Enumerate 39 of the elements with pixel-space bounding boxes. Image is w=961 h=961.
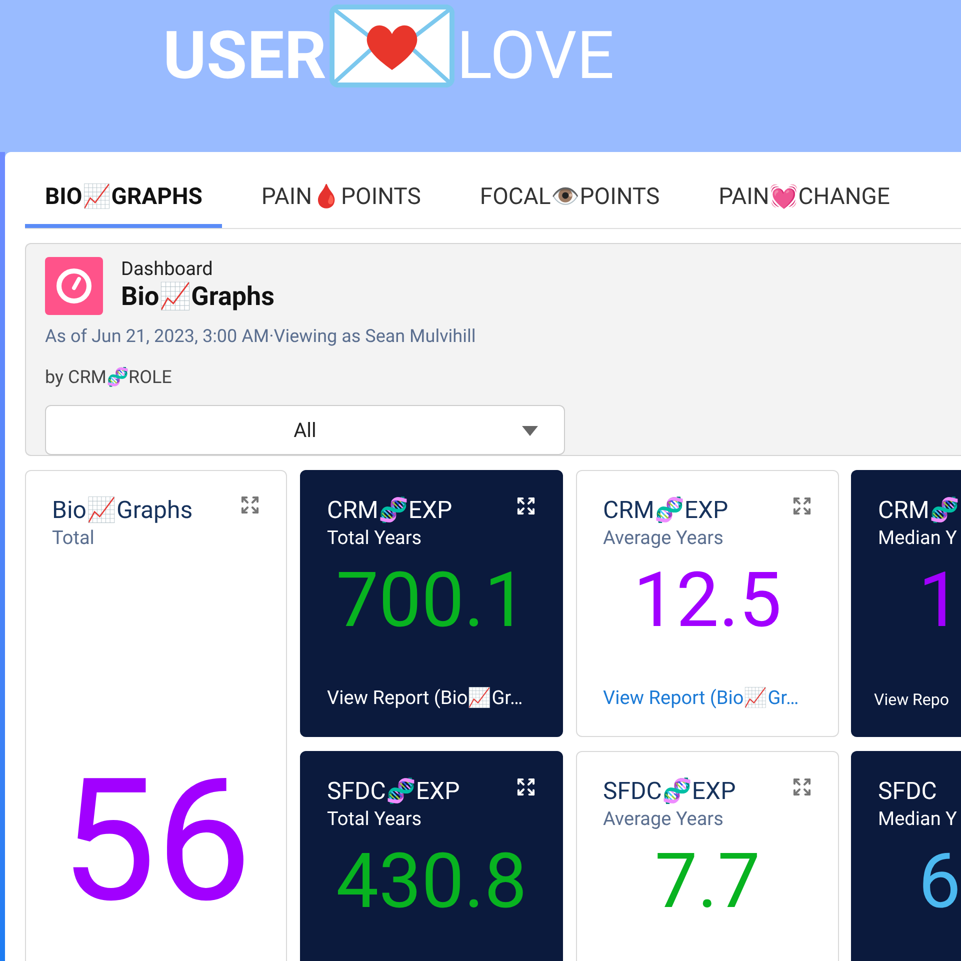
- filter-dropdown[interactable]: All: [45, 405, 565, 455]
- card-title: CRM🧬: [878, 495, 960, 525]
- metric-value: 700.1: [336, 555, 527, 645]
- card-subtitle: Total Years: [327, 525, 423, 551]
- card-title: SFDC🧬EXP: [327, 776, 460, 806]
- view-report-link[interactable]: View Report (Bio📈Gr…: [603, 684, 812, 712]
- card-subtitle: Total: [52, 525, 96, 551]
- card-subtitle: Total Years: [327, 806, 423, 832]
- metric-value: 1: [918, 555, 961, 645]
- expand-icon[interactable]: [516, 496, 536, 516]
- expand-icon[interactable]: [516, 777, 536, 797]
- metric-value: 6: [918, 836, 961, 926]
- view-report-link[interactable]: View Repo: [874, 688, 961, 712]
- tab[interactable]: FOCAL👁POINTS: [460, 170, 680, 228]
- tab[interactable]: PAIN💓CHANGE: [698, 170, 910, 228]
- brand-word: LOVE: [456, 17, 614, 97]
- dashboard-title: Bio📈Graphs: [121, 281, 274, 314]
- metric-value: 56: [59, 751, 253, 931]
- card-subtitle: Average Years: [603, 525, 724, 551]
- card-title: SFDC: [878, 776, 937, 806]
- card-subtitle: Median Y: [878, 806, 958, 832]
- tab[interactable]: PAIN🩸POINTS: [241, 170, 441, 228]
- brand-word: USER: [163, 17, 327, 97]
- gauge-icon: [45, 257, 103, 315]
- card-title: SFDC🧬EXP: [603, 776, 736, 806]
- card-title: Bio📈Graphs: [52, 495, 193, 525]
- caret-icon: [522, 426, 538, 436]
- dashboard-owner: by CRM🧬ROLE: [45, 366, 173, 390]
- card-title: CRM🧬EXP: [327, 495, 452, 525]
- metric-value: 430.8: [336, 836, 527, 926]
- card-title: CRM🧬EXP: [603, 495, 728, 525]
- metric-value: 7.7: [654, 836, 760, 926]
- view-report-link[interactable]: View Report (Bio📈Gr…: [327, 684, 536, 712]
- card-subtitle: Median Y: [878, 525, 958, 551]
- dashboard-label: Dashboard: [121, 258, 214, 280]
- card-subtitle: Average Years: [603, 806, 724, 832]
- metric-value: 12.5: [633, 555, 782, 645]
- tab[interactable]: BIO📈GRAPHS: [25, 170, 222, 228]
- dashboard-meta: As of Jun 21, 2023, 3:00 AM·Viewing as Sean Mulvihill: [45, 325, 477, 349]
